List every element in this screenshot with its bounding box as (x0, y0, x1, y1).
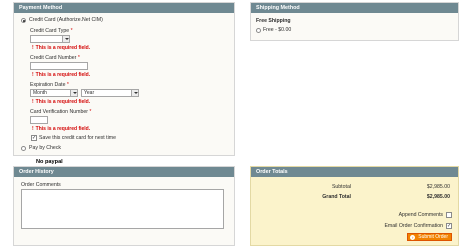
card-type-label: Credit Card Type * (30, 28, 73, 34)
no-paypal-note: No paypal (36, 159, 63, 165)
shipping-method-title: Shipping Method (251, 3, 458, 13)
grand-total-label: Grand Total (322, 194, 351, 200)
exp-year-select[interactable]: Year (81, 89, 139, 97)
chevron-down-icon (131, 90, 138, 96)
exp-month-value: Month (33, 90, 47, 96)
pay-by-check-radio[interactable] (21, 146, 26, 151)
card-type-select[interactable] (30, 35, 70, 43)
order-comments-label: Order Comments (21, 182, 61, 188)
credit-card-option-label: Credit Card (Authorize.Net CIM) (29, 17, 103, 23)
arrow-right-icon: › (410, 235, 416, 240)
chevron-down-icon (62, 36, 69, 42)
order-history-panel: Order History Order Comments (13, 166, 235, 246)
email-confirmation-checkbox[interactable]: ✓ (446, 223, 452, 229)
exp-month-select[interactable]: Month (30, 89, 78, 97)
chevron-down-icon (70, 90, 77, 96)
free-shipping-radio[interactable] (256, 28, 261, 33)
email-confirmation-label: Email Order Confirmation (384, 223, 443, 229)
expiration-error: ! This is a required field. (32, 99, 91, 105)
order-history-title: Order History (14, 167, 234, 177)
order-comments-textarea[interactable] (21, 189, 224, 229)
grand-total-value: $2,985.00 (426, 194, 450, 200)
cvv-error: ! This is a required field. (32, 126, 91, 132)
pay-by-check-label: Pay by Check (29, 145, 62, 151)
subtotal-value: $2,985.00 (426, 184, 450, 190)
append-comments-checkbox[interactable] (446, 212, 452, 218)
submit-order-button[interactable]: › Submit Order (407, 233, 452, 241)
save-card-label: Save this credit card for next time (39, 135, 116, 141)
payment-method-title: Payment Method (14, 3, 234, 13)
exp-year-value: Year (84, 90, 95, 96)
card-number-error: ! This is a required field. (32, 72, 91, 78)
save-card-checkbox[interactable]: ✓ (31, 135, 37, 141)
cvv-label: Card Verification Number * (30, 109, 92, 115)
order-totals-title: Order Totals (251, 167, 458, 177)
free-shipping-label: Free - $0.00 (263, 27, 292, 33)
card-type-error: ! This is a required field. (32, 45, 91, 51)
order-totals-panel: Order Totals Subtotal $2,985.00 Grand To… (250, 166, 459, 246)
submit-order-label: Submit Order (418, 234, 448, 240)
cvv-input[interactable] (30, 116, 48, 124)
shipping-method-panel: Shipping Method Free Shipping Free - $0.… (250, 2, 459, 41)
card-number-label: Credit Card Number * (30, 55, 80, 61)
append-comments-label: Append Comments (398, 212, 443, 218)
expiration-label: Expiration Date * (30, 82, 69, 88)
credit-card-radio[interactable] (21, 18, 26, 23)
payment-method-panel: Payment Method Credit Card (Authorize.Ne… (13, 2, 235, 156)
card-number-input[interactable] (30, 62, 88, 70)
subtotal-label: Subtotal (331, 184, 351, 190)
shipping-method-name: Free Shipping (256, 18, 291, 24)
